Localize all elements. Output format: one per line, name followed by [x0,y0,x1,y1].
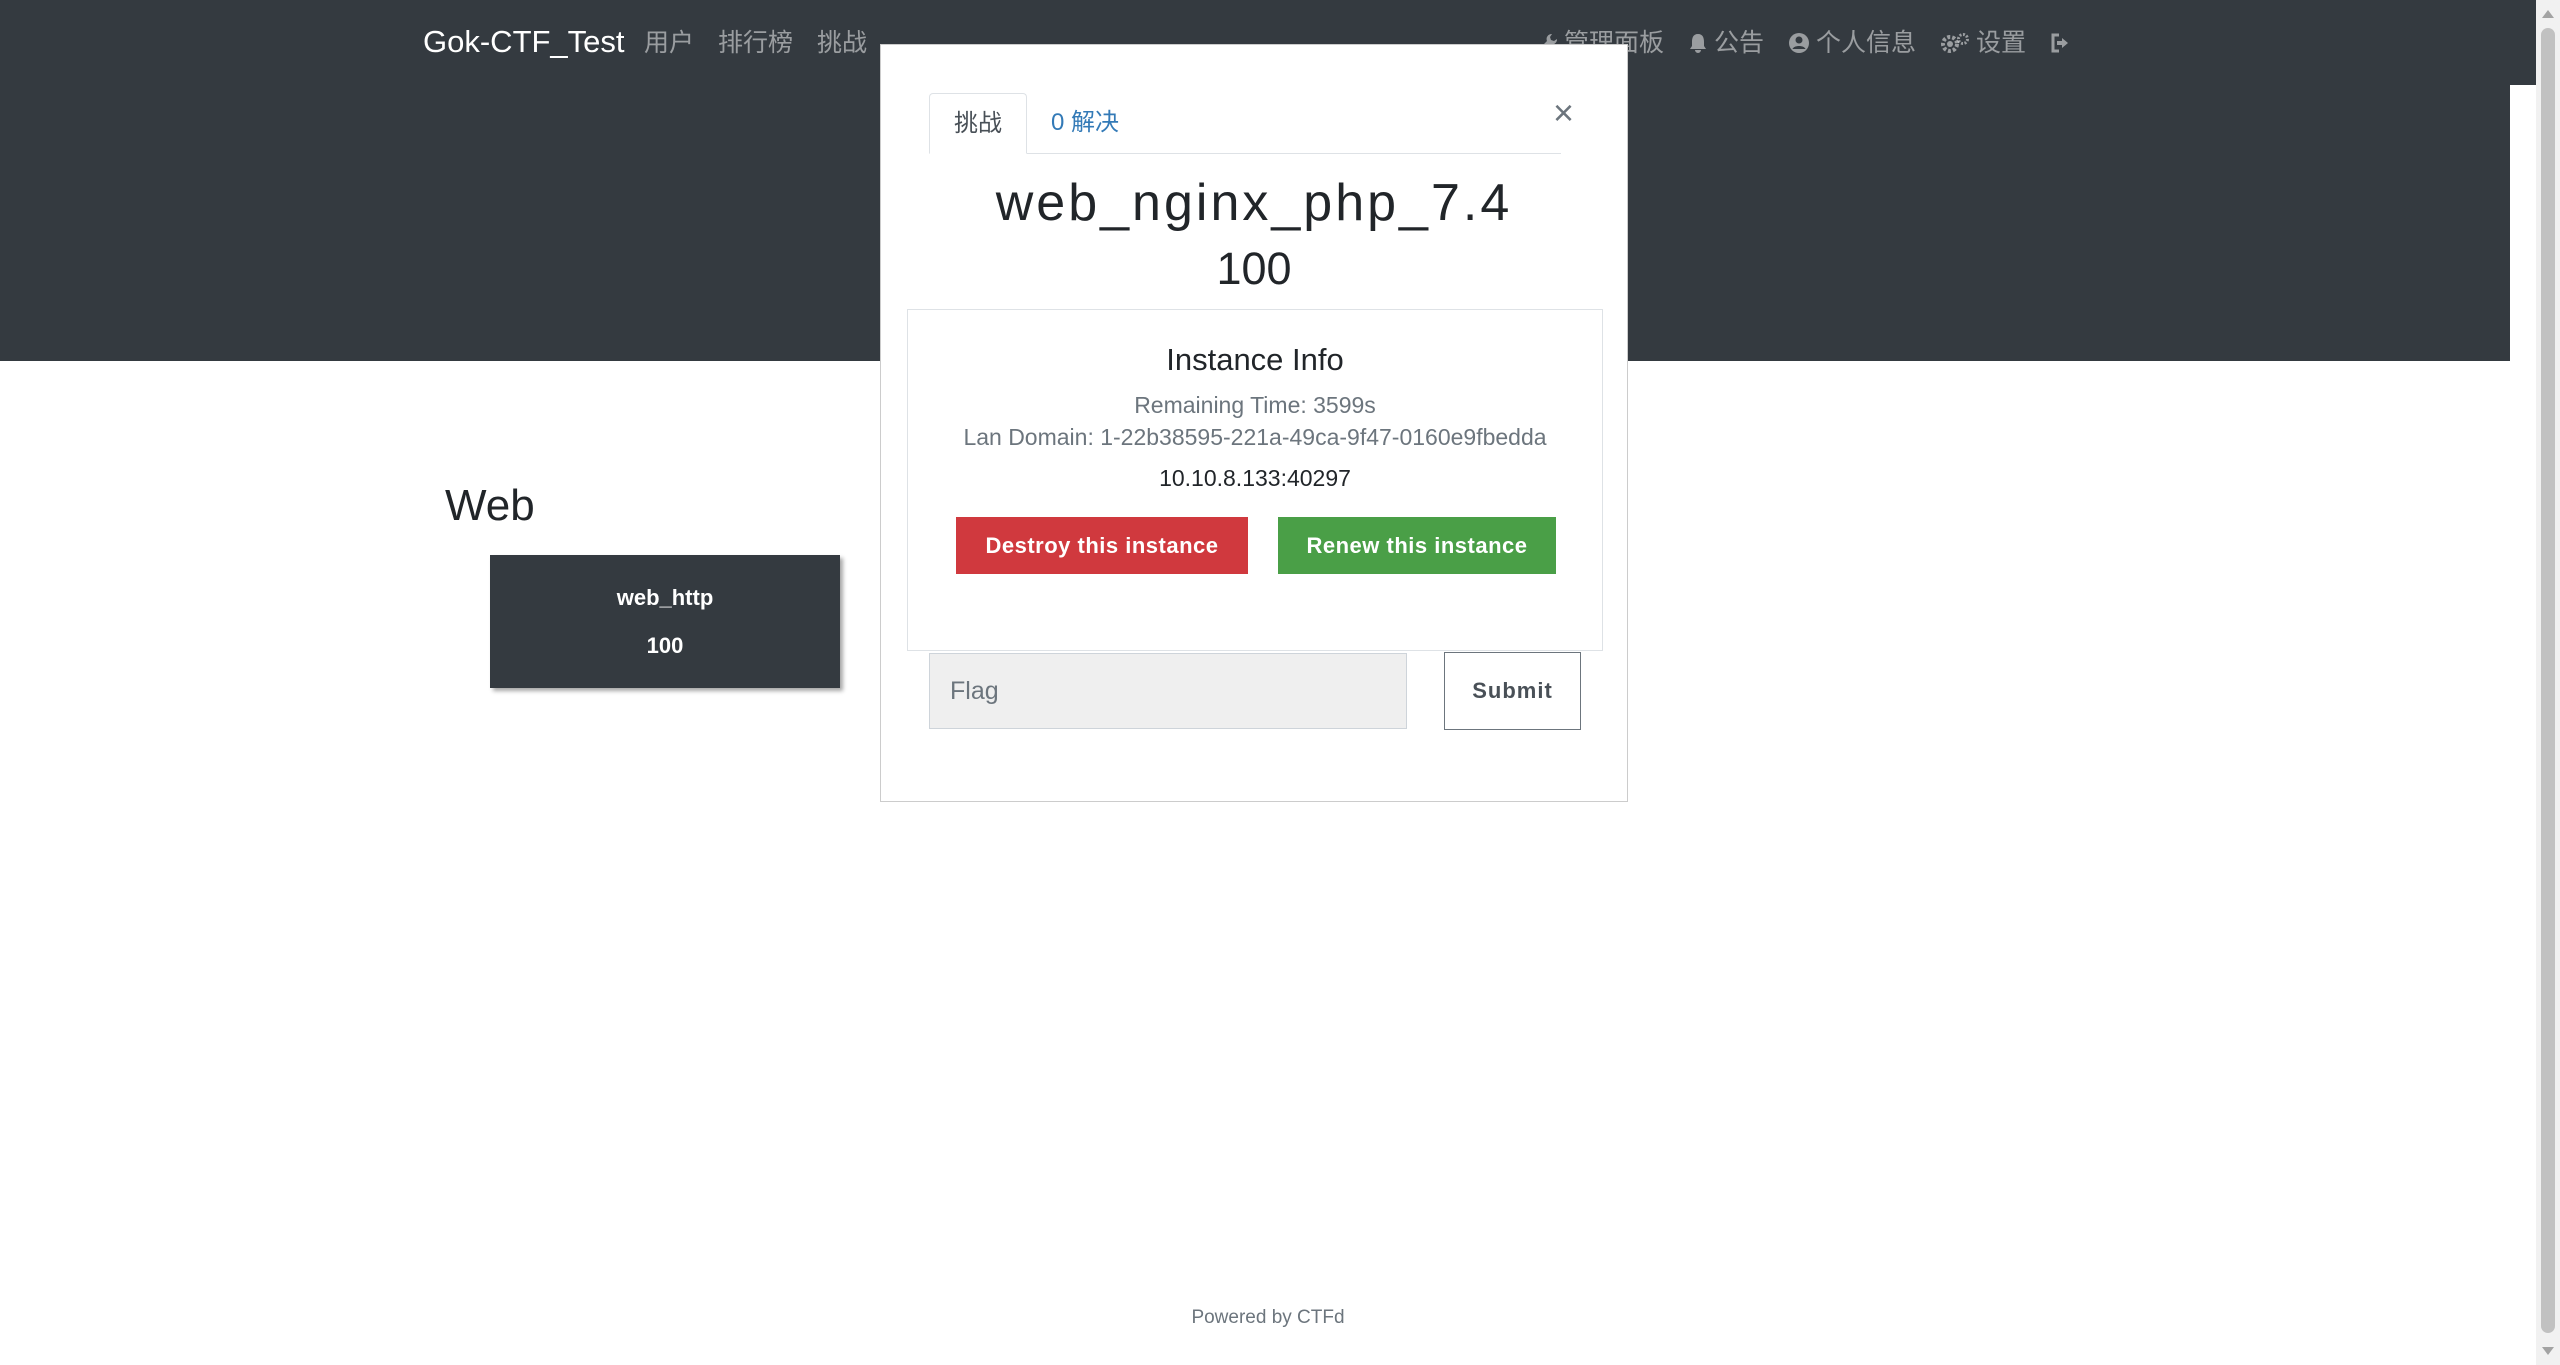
scroll-down-arrow-icon[interactable] [2542,1347,2554,1355]
category-heading: Web [445,481,535,530]
tab-challenge[interactable]: 挑战 [929,93,1027,154]
logout-icon [2050,32,2074,54]
scroll-up-arrow-icon[interactable] [2542,10,2554,18]
modal-tabs: 挑战 0 解决 [929,93,1561,154]
page-scrollbar[interactable] [2536,0,2560,1365]
challenge-button-web-http[interactable]: web_http 100 [490,555,840,688]
tab-solves[interactable]: 0 解决 [1027,93,1143,153]
bell-icon [1688,32,1708,54]
nav-item-settings[interactable]: 设置 [1940,24,2026,62]
instance-info-panel: Instance Info Remaining Time: 3599s Lan … [907,309,1603,651]
nav-item-notifications[interactable]: 公告 [1688,24,1764,62]
destroy-instance-button[interactable]: Destroy this instance [956,517,1248,574]
challenge-modal: 挑战 0 解决 × web_nginx_php_7.4 100 Instance… [880,44,1628,802]
instance-address: 10.10.8.133:40297 [1159,465,1351,491]
challenge-title: web_nginx_php_7.4 [995,174,1513,232]
challenge-points: 100 [1216,243,1292,294]
footer-powered-by[interactable]: Powered by CTFd [0,1307,2536,1329]
scrollbar-thumb[interactable] [2541,28,2555,1333]
challenge-name: web_http [616,584,714,610]
instance-info-title: Instance Info [1166,342,1344,377]
challenge-value: 100 [646,632,684,658]
navbar-left-menu: 用户 排行榜 挑战 [644,24,867,62]
instance-lan-domain: Lan Domain: 1-22b38595-221a-49ca-9f47-01… [963,424,1547,450]
close-icon[interactable]: × [1553,93,1574,133]
nav-item-settings-label: 设置 [1976,29,2027,57]
instance-remaining-time: Remaining Time: 3599s [1134,392,1376,418]
nav-item-logout[interactable] [2050,32,2074,54]
submit-button[interactable]: Submit [1444,652,1581,730]
renew-instance-button[interactable]: Renew this instance [1278,517,1556,574]
nav-item-profile-label: 个人信息 [1816,29,1917,57]
nav-item-challenges[interactable]: 挑战 [817,24,867,62]
nav-item-scoreboard[interactable]: 排行榜 [718,24,793,62]
user-circle-icon [1788,32,1810,54]
cogs-icon [1940,32,1970,54]
flag-input[interactable] [929,653,1407,729]
nav-item-users[interactable]: 用户 [644,24,694,62]
navbar-brand[interactable]: Gok-CTF_Test [423,22,625,62]
navbar-edge [2510,0,2536,85]
nav-item-profile[interactable]: 个人信息 [1788,24,1916,62]
nav-item-notifications-label: 公告 [1714,29,1765,57]
